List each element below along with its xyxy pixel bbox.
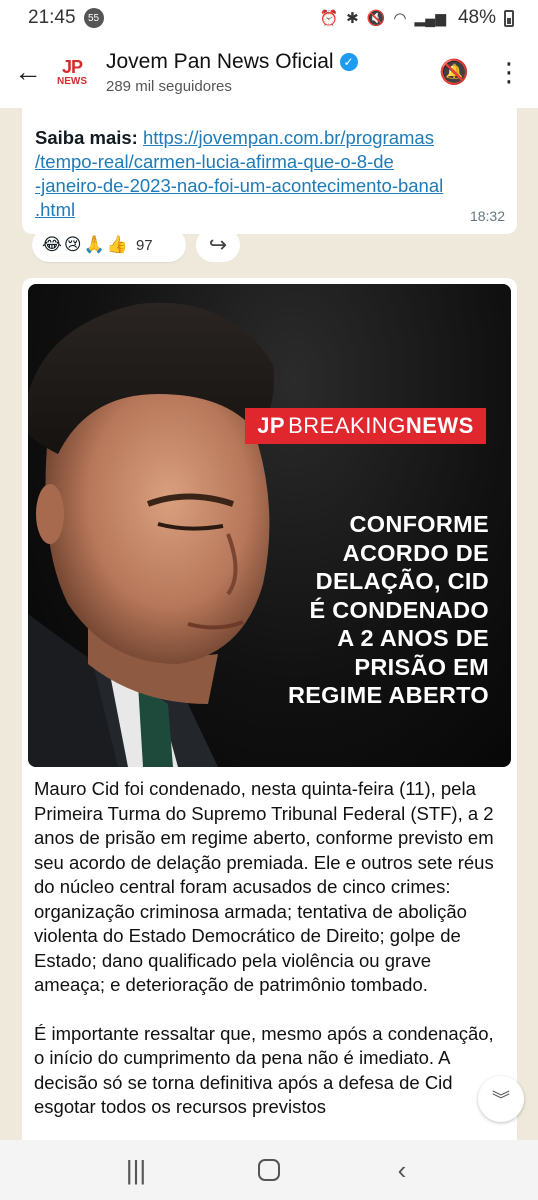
reaction-emoji: 🙏 (83, 235, 105, 254)
reaction-emoji: 😂 (42, 235, 62, 254)
message-time: 18:32 (469, 208, 505, 224)
link-line: /tempo-real/carmen-lucia-afirma-que-o-8-… (35, 151, 394, 172)
forward-icon: ↪ (208, 232, 228, 257)
reaction-emoji: 👍 (106, 235, 128, 254)
logo-news-text: NEWS (57, 75, 87, 87)
verified-badge-icon: ✓ (339, 52, 358, 71)
message-body: Mauro Cid foi condenado, nesta quinta-fe… (28, 767, 511, 1120)
recents-icon[interactable]: ||| (106, 1155, 166, 1186)
status-time: 21:45 (28, 7, 76, 28)
headline-line: PRISÃO EM (354, 653, 489, 680)
breaking-news-badge: JP BREAKING NEWS (245, 408, 486, 444)
badge-breaking: BREAKING (288, 413, 406, 438)
link-line: -janeiro-de-2023-nao-foi-um-aconteciment… (35, 175, 444, 196)
headline-line: A 2 ANOS DE (337, 625, 489, 651)
channel-name-row: Jovem Pan News Oficial ✓ (106, 50, 434, 74)
saiba-mais-label: Saiba mais: (35, 127, 138, 148)
chat-area[interactable]: Saiba mais: https://jovempan.com.br/prog… (0, 108, 538, 1140)
status-bar: 21:45 55 ⏰ ✱ 🔇 ◠ ▂▄▆ 48% (0, 0, 538, 36)
alarm-icon: ⏰ (319, 10, 339, 27)
headline-line: REGIME ABERTO (287, 682, 489, 708)
notifications-off-icon[interactable]: 🔕 (434, 58, 474, 87)
link-line: https://jovempan.com.br/programas (142, 127, 434, 148)
message-paragraph: É importante ressaltar que, mesmo após a… (34, 1022, 494, 1118)
system-nav-bar: ||| ‹ (0, 1140, 538, 1200)
news-image[interactable]: JP BREAKING NEWS CONFORME ACORDO DE DELA… (28, 284, 511, 767)
mute-icon: 🔇 (366, 10, 386, 27)
home-icon[interactable] (258, 1159, 280, 1181)
headline-line: CONFORME (349, 511, 489, 537)
image-headline: CONFORME ACORDO DE DELAÇÃO, CID É CONDEN… (229, 510, 489, 710)
reaction-count: 97 (135, 236, 153, 254)
signal-icon: ▂▄▆ (414, 9, 446, 26)
notification-count-badge: 55 (83, 8, 104, 28)
battery-percent: 48% (457, 7, 496, 28)
scroll-to-bottom-button[interactable]: ︾ (478, 1076, 524, 1122)
channel-info[interactable]: Jovem Pan News Oficial ✓ 289 mil seguido… (106, 50, 434, 95)
channel-name: Jovem Pan News Oficial (106, 49, 334, 73)
badge-news: NEWS (405, 413, 474, 438)
headline-line: É CONDENADO (309, 596, 489, 623)
headline-line: ACORDO DE (342, 539, 489, 566)
message-bubble-news[interactable]: JP BREAKING NEWS CONFORME ACORDO DE DELA… (22, 278, 517, 1140)
message-bubble-previous[interactable]: Saiba mais: https://jovempan.com.br/prog… (22, 108, 517, 234)
status-icons: ⏰ ✱ 🔇 ◠ ▂▄▆ 48% (319, 7, 514, 29)
double-chevron-down-icon: ︾ (492, 1090, 510, 1110)
followers-count: 289 mil seguidores (106, 77, 232, 95)
message-paragraph: Mauro Cid foi condenado, nesta quinta-fe… (34, 778, 494, 995)
link-line: .html (35, 199, 76, 220)
headline-line: DELAÇÃO, CID (315, 568, 489, 594)
battery-icon (504, 9, 514, 27)
logo-jp-text: JP (61, 56, 83, 77)
forward-button[interactable]: ↪ (196, 228, 240, 262)
channel-avatar[interactable]: JP NEWS (52, 52, 92, 92)
reaction-emoji: 😢 (63, 235, 82, 254)
wifi-icon: ◠ (393, 10, 407, 27)
back-arrow-icon[interactable]: ← (14, 56, 44, 88)
channel-header: ← JP NEWS Jovem Pan News Oficial ✓ 289 m… (0, 36, 538, 108)
more-vert-icon[interactable]: ⋮ (494, 57, 524, 88)
back-icon[interactable]: ‹ (372, 1155, 432, 1186)
badge-jp: JP (257, 413, 286, 438)
reactions-pill[interactable]: 😂 😢 🙏 👍 97 (32, 228, 186, 262)
bluetooth-icon: ✱ (346, 10, 359, 27)
